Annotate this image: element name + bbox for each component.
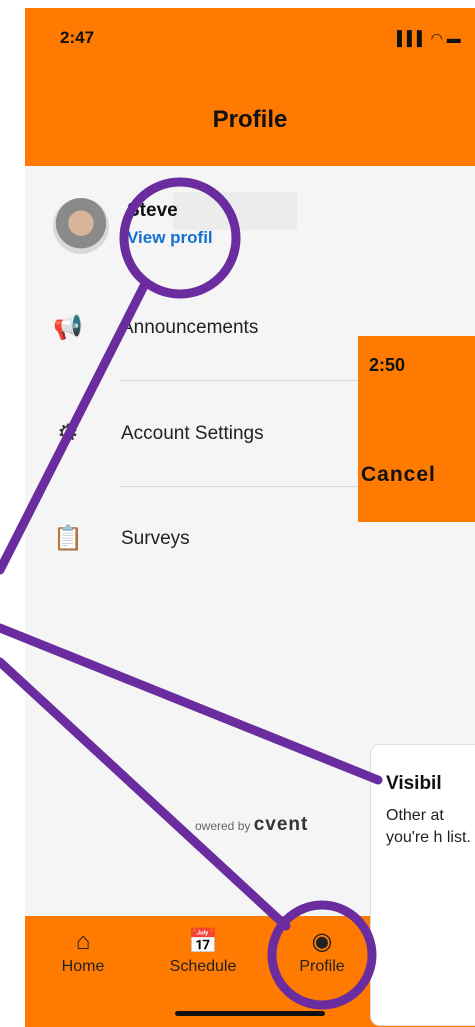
home-indicator bbox=[175, 1011, 325, 1016]
status-time: 2:47 bbox=[60, 28, 95, 47]
survey-icon: 📋 bbox=[53, 525, 83, 552]
powered-by: owered by cvent bbox=[195, 814, 308, 836]
visibility-card-body: Other at you're h list. bbox=[386, 807, 471, 846]
status-icons: ▌▌▌ ◠ ▬ bbox=[397, 30, 461, 46]
home-icon: ⌂ bbox=[75, 928, 91, 955]
avatar[interactable] bbox=[53, 198, 109, 254]
cancel-button[interactable]: Cancel bbox=[361, 463, 436, 487]
gear-icon: ⚙ bbox=[57, 420, 79, 447]
view-profile-link[interactable]: View profil bbox=[127, 228, 213, 248]
tab-home[interactable]: ⌂ Home bbox=[33, 928, 133, 976]
tab-label: Schedule bbox=[169, 958, 237, 975]
menu-item-label: Surveys bbox=[121, 528, 190, 549]
tab-label: Home bbox=[61, 958, 105, 975]
tab-schedule[interactable]: 📅 Schedule bbox=[153, 928, 253, 976]
menu-item-label: Account Settings bbox=[121, 423, 264, 444]
powered-by-text: owered by bbox=[195, 819, 251, 833]
name-redaction bbox=[173, 192, 297, 230]
tab-profile[interactable]: ◉ Profile bbox=[272, 928, 372, 976]
cvent-logo: cvent bbox=[253, 814, 309, 835]
menu-item-label: Announcements bbox=[121, 317, 259, 338]
page-title: Profile bbox=[212, 106, 288, 133]
profile-icon: ◉ bbox=[311, 928, 333, 955]
megaphone-icon: 📢 bbox=[53, 314, 83, 341]
profile-name: Steve bbox=[127, 200, 178, 221]
calendar-icon: 📅 bbox=[188, 928, 218, 955]
second-screen-time: 2:50 bbox=[369, 355, 406, 375]
visibility-card-title: Visibil bbox=[386, 773, 442, 794]
tab-label: Profile bbox=[299, 958, 345, 975]
